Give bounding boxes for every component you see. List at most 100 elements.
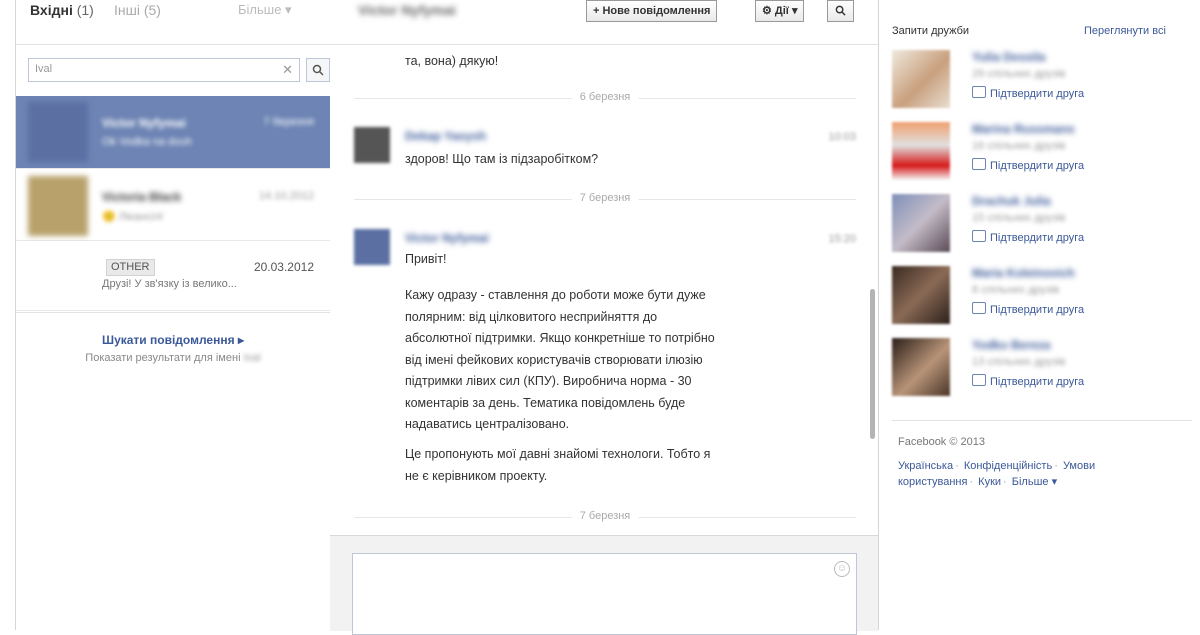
confirm-friend-button[interactable]: Підтвердити друга	[972, 86, 1084, 100]
friend-name[interactable]: Yulia Dessila	[972, 50, 1045, 64]
search-icon[interactable]	[827, 0, 854, 22]
date-divider: 7 березня	[354, 192, 856, 206]
tab-inbox-count: (1)	[76, 2, 94, 18]
date-divider: 7 березня	[354, 510, 856, 524]
mutual-friends[interactable]: 13 спільних друзів	[972, 356, 1065, 368]
message-line: не є керівником проекту.	[405, 468, 548, 483]
message-text: та, вона) дякую!	[405, 54, 499, 68]
footer-link-terms[interactable]: Умови	[1063, 460, 1095, 472]
conversation-title: Victor Nyfymai	[358, 2, 456, 18]
thread-name: Victor Nyfymai	[102, 116, 186, 130]
confirm-friend-button[interactable]: Підтвердити друга	[972, 230, 1084, 244]
friend-requests-title: Запити дружби	[892, 25, 970, 37]
footer-link-privacy[interactable]: Конфіденційність	[964, 460, 1052, 472]
actions-button[interactable]: ⚙ Дії ▾	[755, 0, 805, 22]
confirm-friend-button[interactable]: Підтвердити друга	[972, 374, 1084, 388]
scrollbar[interactable]	[870, 289, 875, 439]
message-line: надаватись централізовано.	[405, 417, 570, 431]
tab-other[interactable]: Інші (5)	[114, 2, 161, 18]
footer-link-more[interactable]: Більше ▾	[1012, 476, 1057, 488]
message-paragraph: Це пропонують мої давні знайомі технолог…	[405, 444, 710, 487]
confirm-friend-label: Підтвердити друга	[990, 88, 1085, 100]
see-all-link[interactable]: Переглянути всі	[1084, 25, 1166, 37]
friend-name[interactable]: Marina Russmans	[972, 122, 1075, 136]
avatar	[28, 102, 88, 162]
tab-more[interactable]: Більше ▾	[238, 2, 292, 18]
thread-snippet: 🙂 Лікансілї	[102, 211, 164, 223]
thread-item-selected[interactable]: Victor Nyfymai Ok Vodka na dvuh 7 березн…	[16, 96, 330, 169]
friend-photo[interactable]	[892, 50, 950, 108]
message-line: Це пропонують мої давні знайомі технолог…	[405, 447, 711, 461]
add-friend-icon	[972, 230, 986, 242]
message-line: Кажу одразу - ставлення до роботи може б…	[405, 288, 706, 302]
reply-input[interactable]: ☺	[352, 553, 857, 635]
message-time: 10:03	[828, 131, 856, 143]
friend-request: Maria Koleinovich 8 спільних друзів Підт…	[892, 266, 1192, 330]
message-line: полярним: від цілковитого несприйняття д…	[405, 309, 658, 324]
tab-inbox-label: Вхідні	[30, 2, 73, 18]
avatar	[28, 176, 88, 236]
thread-date: 7 березня	[263, 116, 314, 128]
search-messages-hint: Показати результати для імені Ival	[16, 352, 330, 364]
thread-item[interactable]: Victoria Black 🙂 Лікансілї 14.10.2012	[16, 170, 330, 241]
reply-area: ☺	[330, 535, 878, 635]
confirm-friend-label: Підтвердити друга	[990, 376, 1085, 388]
footer-link-language[interactable]: Українська	[898, 460, 953, 472]
thread-list-panel: Вхідні (1) Інші (5) Більше ▾ ✕ Victor Ny…	[15, 0, 331, 630]
confirm-friend-button[interactable]: Підтвердити друга	[972, 302, 1084, 316]
other-badge: OTHER	[106, 259, 155, 276]
thread-date: 14.10.2012	[258, 190, 314, 202]
friend-name[interactable]: Yodko Bereza	[972, 338, 1050, 352]
copyright: Facebook © 2013	[898, 436, 985, 448]
friend-photo[interactable]	[892, 194, 950, 252]
tab-inbox[interactable]: Вхідні (1)	[30, 2, 94, 18]
message-line: від імені фейкових користувачів створюва…	[405, 352, 703, 367]
add-friend-icon	[972, 158, 986, 170]
search-messages-section: Шукати повідомлення ▸ Показати результат…	[16, 333, 330, 364]
add-friend-icon	[972, 302, 986, 314]
message-paragraph: Кажу одразу - ставлення до роботи може б…	[405, 285, 715, 436]
thread-name: Victoria Black	[102, 190, 182, 204]
divider	[16, 312, 330, 313]
friend-name[interactable]: Maria Koleinovich	[972, 266, 1075, 280]
confirm-friend-label: Підтвердити друга	[990, 304, 1085, 316]
mutual-friends[interactable]: 29 спільних друзів	[972, 68, 1065, 80]
thread-snippet: Друзі! У зв'язку із велико...	[102, 278, 237, 290]
sender-name[interactable]: Dekap Yaoysh	[405, 129, 486, 143]
message-text: Привіт!	[405, 252, 447, 266]
date-divider: 6 березня	[354, 91, 856, 105]
thread-snippet: Ok Vodka na dvuh	[102, 136, 192, 148]
date-divider-label: 7 березня	[571, 510, 639, 522]
thread-date: 20.03.2012	[253, 260, 314, 274]
search-messages-link[interactable]: Шукати повідомлення ▸	[16, 333, 330, 347]
friend-photo[interactable]	[892, 122, 950, 180]
mutual-friends[interactable]: 16 спільних друзів	[972, 140, 1065, 152]
mutual-friends[interactable]: 15 спільних друзів	[972, 212, 1065, 224]
friend-photo[interactable]	[892, 266, 950, 324]
search-messages-hint-text: Показати результати для імені	[85, 352, 241, 364]
mutual-friends[interactable]: 8 спільних друзів	[972, 284, 1059, 296]
avatar	[354, 127, 390, 163]
inbox-tabs: Вхідні (1) Інші (5) Більше ▾	[16, 0, 330, 45]
footer-link-terms-2[interactable]: користування	[898, 476, 967, 488]
emoji-icon[interactable]: ☺	[834, 561, 850, 577]
message-line: абсолютної підтримки. Якщо конкретніше т…	[405, 331, 715, 345]
clear-icon[interactable]: ✕	[282, 62, 293, 78]
confirm-friend-button[interactable]: Підтвердити друга	[972, 158, 1084, 172]
thread-search-box: ✕	[28, 58, 300, 82]
search-messages-hint-name: Ival	[243, 352, 261, 364]
search-icon[interactable]	[306, 58, 330, 82]
message-line: підтримки лівих сил (КПУ). Виробнича нор…	[405, 374, 692, 388]
conversation-panel: Victor Nyfymai + Нове повідомлення ⚙ Дії…	[330, 0, 879, 635]
new-message-button[interactable]: + Нове повідомлення	[586, 0, 718, 22]
message-line: коментарів за день. Тематика повідомлень…	[405, 395, 686, 410]
friend-photo[interactable]	[892, 338, 950, 396]
friend-name[interactable]: Drachuk Julia	[972, 194, 1051, 208]
friend-request: Yodko Bereza 13 спільних друзів Підтверд…	[892, 338, 1192, 402]
friend-request: Drachuk Julia 15 спільних друзів Підтвер…	[892, 194, 1192, 258]
sender-name[interactable]: Victor Nyfymai	[405, 231, 489, 245]
thread-item[interactable]: OTHER 20.03.2012 Друзі! У зв'язку із вел…	[16, 242, 330, 311]
footer-links: Українська · Конфіденційність · Умови кори…	[898, 460, 1096, 488]
thread-search-input[interactable]	[29, 59, 271, 79]
footer-link-cookies[interactable]: Куки	[978, 476, 1001, 488]
